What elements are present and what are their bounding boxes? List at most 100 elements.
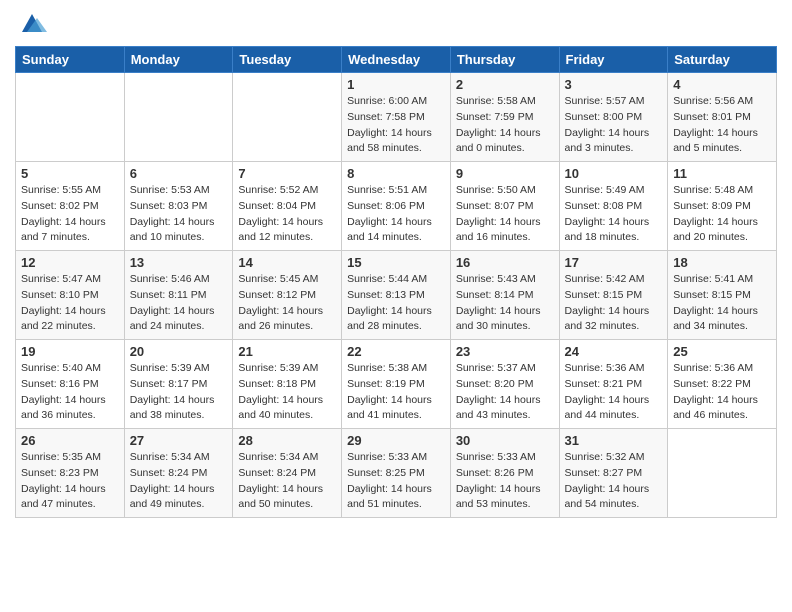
- calendar-cell: 16Sunrise: 5:43 AM Sunset: 8:14 PM Dayli…: [450, 251, 559, 340]
- day-number: 18: [673, 255, 771, 270]
- calendar-week-row: 12 Sunrise: 5:47 AM Sunset: 8:10 PM Dayli…: [16, 251, 777, 340]
- calendar-cell: 7 Sunrise: 5:52 AM Sunset: 8:04 PM Daylig…: [233, 162, 342, 251]
- calendar-cell: 4Sunrise: 5:56 AM Sunset: 8:01 PM Daylig…: [668, 73, 777, 162]
- day-number: 9: [456, 166, 554, 181]
- day-info: Sunrise: 5:47 AM Sunset: 8:10 PM Dayligh…: [21, 272, 119, 335]
- calendar-cell: 6 Sunrise: 5:53 AM Sunset: 8:03 PM Daylig…: [124, 162, 233, 251]
- calendar-cell: 22 Sunrise: 5:38 AM Sunset: 8:19 PM Dayli…: [342, 340, 451, 429]
- calendar-cell: 3 Sunrise: 5:57 AM Sunset: 8:00 PM Daylig…: [559, 73, 668, 162]
- day-number: 23: [456, 344, 554, 359]
- day-info: Sunrise: 5:36 AM Sunset: 8:21 PM Dayligh…: [565, 361, 663, 424]
- day-info: Sunrise: 6:00 AM Sunset: 7:58 PM Dayligh…: [347, 94, 445, 157]
- day-info: Sunrise: 5:35 AM Sunset: 8:23 PM Dayligh…: [21, 450, 119, 513]
- day-info: Sunrise: 5:44 AM Sunset: 8:13 PM Dayligh…: [347, 272, 445, 335]
- day-info: Sunrise: 5:52 AM Sunset: 8:04 PM Dayligh…: [238, 183, 336, 246]
- day-number: 27: [130, 433, 228, 448]
- calendar-cell: 10Sunrise: 5:49 AM Sunset: 8:08 PM Dayli…: [559, 162, 668, 251]
- weekday-header: Sunday: [16, 47, 125, 73]
- calendar-cell: 18 Sunrise: 5:41 AM Sunset: 8:15 PM Dayli…: [668, 251, 777, 340]
- calendar-cell: 12 Sunrise: 5:47 AM Sunset: 8:10 PM Dayli…: [16, 251, 125, 340]
- day-info: Sunrise: 5:40 AM Sunset: 8:16 PM Dayligh…: [21, 361, 119, 424]
- day-number: 8: [347, 166, 445, 181]
- day-info: Sunrise: 5:46 AM Sunset: 8:11 PM Dayligh…: [130, 272, 228, 335]
- day-info: Sunrise: 5:36 AM Sunset: 8:22 PM Dayligh…: [673, 361, 771, 424]
- day-info: Sunrise: 5:57 AM Sunset: 8:00 PM Dayligh…: [565, 94, 663, 157]
- calendar-week-row: 19 Sunrise: 5:40 AM Sunset: 8:16 PM Dayli…: [16, 340, 777, 429]
- day-info: Sunrise: 5:56 AM Sunset: 8:01 PM Dayligh…: [673, 94, 771, 157]
- calendar-week-row: 5 Sunrise: 5:55 AM Sunset: 8:02 PM Daylig…: [16, 162, 777, 251]
- calendar-cell: 11Sunrise: 5:48 AM Sunset: 8:09 PM Dayli…: [668, 162, 777, 251]
- day-info: Sunrise: 5:45 AM Sunset: 8:12 PM Dayligh…: [238, 272, 336, 335]
- day-info: Sunrise: 5:43 AM Sunset: 8:14 PM Dayligh…: [456, 272, 554, 335]
- day-number: 30: [456, 433, 554, 448]
- day-info: Sunrise: 5:53 AM Sunset: 8:03 PM Dayligh…: [130, 183, 228, 246]
- day-number: 26: [21, 433, 119, 448]
- calendar-cell: [233, 73, 342, 162]
- weekday-header: Tuesday: [233, 47, 342, 73]
- calendar-cell: 2Sunrise: 5:58 AM Sunset: 7:59 PM Daylig…: [450, 73, 559, 162]
- weekday-header: Wednesday: [342, 47, 451, 73]
- day-info: Sunrise: 5:37 AM Sunset: 8:20 PM Dayligh…: [456, 361, 554, 424]
- calendar-cell: 20 Sunrise: 5:39 AM Sunset: 8:17 PM Dayli…: [124, 340, 233, 429]
- header: [15, 10, 777, 38]
- calendar-cell: 29Sunrise: 5:33 AM Sunset: 8:25 PM Dayli…: [342, 429, 451, 518]
- day-number: 12: [21, 255, 119, 270]
- day-info: Sunrise: 5:38 AM Sunset: 8:19 PM Dayligh…: [347, 361, 445, 424]
- day-number: 1: [347, 77, 445, 92]
- day-info: Sunrise: 5:32 AM Sunset: 8:27 PM Dayligh…: [565, 450, 663, 513]
- day-number: 17: [565, 255, 663, 270]
- day-number: 20: [130, 344, 228, 359]
- logo: [15, 10, 47, 38]
- calendar-cell: 5 Sunrise: 5:55 AM Sunset: 8:02 PM Daylig…: [16, 162, 125, 251]
- day-info: Sunrise: 5:48 AM Sunset: 8:09 PM Dayligh…: [673, 183, 771, 246]
- day-number: 24: [565, 344, 663, 359]
- calendar-cell: 19 Sunrise: 5:40 AM Sunset: 8:16 PM Dayli…: [16, 340, 125, 429]
- day-number: 25: [673, 344, 771, 359]
- calendar-cell: 21 Sunrise: 5:39 AM Sunset: 8:18 PM Dayli…: [233, 340, 342, 429]
- calendar-cell: 13 Sunrise: 5:46 AM Sunset: 8:11 PM Dayli…: [124, 251, 233, 340]
- calendar-cell: [16, 73, 125, 162]
- day-info: Sunrise: 5:55 AM Sunset: 8:02 PM Dayligh…: [21, 183, 119, 246]
- day-info: Sunrise: 5:39 AM Sunset: 8:17 PM Dayligh…: [130, 361, 228, 424]
- weekday-header: Saturday: [668, 47, 777, 73]
- calendar-week-row: 26 Sunrise: 5:35 AM Sunset: 8:23 PM Dayli…: [16, 429, 777, 518]
- day-number: 31: [565, 433, 663, 448]
- calendar-cell: [124, 73, 233, 162]
- calendar-cell: 26 Sunrise: 5:35 AM Sunset: 8:23 PM Dayli…: [16, 429, 125, 518]
- day-number: 7: [238, 166, 336, 181]
- calendar-cell: 23 Sunrise: 5:37 AM Sunset: 8:20 PM Dayli…: [450, 340, 559, 429]
- day-info: Sunrise: 5:58 AM Sunset: 7:59 PM Dayligh…: [456, 94, 554, 157]
- day-info: Sunrise: 5:50 AM Sunset: 8:07 PM Dayligh…: [456, 183, 554, 246]
- calendar-table: SundayMondayTuesdayWednesdayThursdayFrid…: [15, 46, 777, 518]
- day-number: 15: [347, 255, 445, 270]
- day-info: Sunrise: 5:33 AM Sunset: 8:25 PM Dayligh…: [347, 450, 445, 513]
- calendar-cell: 15 Sunrise: 5:44 AM Sunset: 8:13 PM Dayli…: [342, 251, 451, 340]
- day-info: Sunrise: 5:49 AM Sunset: 8:08 PM Dayligh…: [565, 183, 663, 246]
- calendar-cell: 9 Sunrise: 5:50 AM Sunset: 8:07 PM Daylig…: [450, 162, 559, 251]
- calendar-cell: 24 Sunrise: 5:36 AM Sunset: 8:21 PM Dayli…: [559, 340, 668, 429]
- day-info: Sunrise: 5:41 AM Sunset: 8:15 PM Dayligh…: [673, 272, 771, 335]
- day-info: Sunrise: 5:39 AM Sunset: 8:18 PM Dayligh…: [238, 361, 336, 424]
- day-number: 6: [130, 166, 228, 181]
- calendar-cell: 31 Sunrise: 5:32 AM Sunset: 8:27 PM Dayli…: [559, 429, 668, 518]
- day-number: 19: [21, 344, 119, 359]
- day-number: 28: [238, 433, 336, 448]
- day-number: 22: [347, 344, 445, 359]
- day-number: 21: [238, 344, 336, 359]
- weekday-header: Monday: [124, 47, 233, 73]
- calendar-week-row: 1 Sunrise: 6:00 AM Sunset: 7:58 PM Daylig…: [16, 73, 777, 162]
- day-info: Sunrise: 5:34 AM Sunset: 8:24 PM Dayligh…: [130, 450, 228, 513]
- calendar-cell: 1 Sunrise: 6:00 AM Sunset: 7:58 PM Daylig…: [342, 73, 451, 162]
- day-number: 13: [130, 255, 228, 270]
- day-number: 5: [21, 166, 119, 181]
- day-info: Sunrise: 5:34 AM Sunset: 8:24 PM Dayligh…: [238, 450, 336, 513]
- weekday-header: Friday: [559, 47, 668, 73]
- calendar-cell: 14Sunrise: 5:45 AM Sunset: 8:12 PM Dayli…: [233, 251, 342, 340]
- calendar-cell: 17 Sunrise: 5:42 AM Sunset: 8:15 PM Dayli…: [559, 251, 668, 340]
- calendar-cell: 25 Sunrise: 5:36 AM Sunset: 8:22 PM Dayli…: [668, 340, 777, 429]
- day-info: Sunrise: 5:42 AM Sunset: 8:15 PM Dayligh…: [565, 272, 663, 335]
- day-number: 3: [565, 77, 663, 92]
- calendar-cell: 27 Sunrise: 5:34 AM Sunset: 8:24 PM Dayli…: [124, 429, 233, 518]
- day-info: Sunrise: 5:33 AM Sunset: 8:26 PM Dayligh…: [456, 450, 554, 513]
- calendar-cell: [668, 429, 777, 518]
